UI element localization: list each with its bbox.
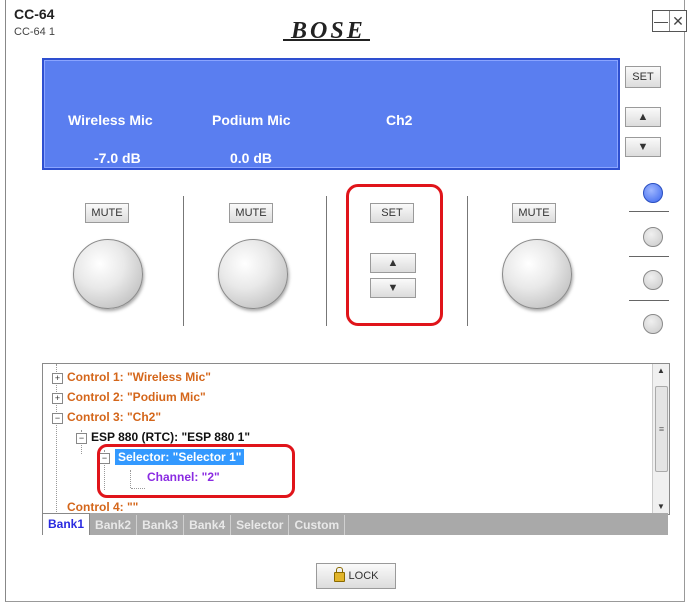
tree-item-esp-880[interactable]: ESP 880 (RTC): "ESP 880 1"	[91, 430, 250, 444]
selector-up-button[interactable]: ▲	[370, 253, 416, 273]
set-button[interactable]: SET	[370, 203, 414, 223]
window-subtitle: CC-64 1	[14, 26, 55, 38]
tab-bank1[interactable]: Bank1	[42, 513, 91, 535]
divider	[629, 211, 669, 212]
configuration-tree[interactable]: + Control 1: "Wireless Mic" + Control 2:…	[42, 363, 670, 515]
app-window: CC-64 CC-64 1 BOSE — ✕ Wireless Mic Podi…	[5, 0, 687, 602]
divider	[629, 256, 669, 257]
minimize-icon[interactable]: —	[653, 11, 670, 31]
channel-1-level: -7.0 dB	[94, 150, 141, 166]
tree-scrollbar[interactable]: ▲ ≡ ▼	[652, 364, 669, 514]
divider	[629, 300, 669, 301]
bank-indicator-3[interactable]	[643, 270, 663, 290]
scroll-thumb[interactable]: ≡	[655, 386, 668, 472]
collapse-icon[interactable]: −	[76, 433, 87, 444]
tab-bank2[interactable]: Bank2	[90, 515, 138, 535]
divider	[326, 196, 327, 326]
up-arrow-icon: ▲	[637, 111, 649, 123]
tree-item-control-3[interactable]: Control 3: "Ch2"	[67, 410, 161, 424]
mute-button-1[interactable]: MUTE	[85, 203, 129, 223]
tree-item-control-4[interactable]: Control 4: ""	[67, 500, 138, 514]
mute-button-2[interactable]: MUTE	[229, 203, 273, 223]
selector-down-button[interactable]: ▼	[370, 278, 416, 298]
volume-knob-4[interactable]	[502, 239, 572, 309]
lock-button[interactable]: LOCK	[316, 563, 396, 589]
tree-guide	[56, 364, 57, 514]
channel-2-level: 0.0 dB	[230, 150, 273, 166]
scroll-up-icon[interactable]: ▲	[653, 364, 669, 378]
highlight-box-tree-selector	[97, 444, 295, 498]
close-icon[interactable]: ✕	[670, 11, 686, 31]
right-up-button[interactable]: ▲	[625, 107, 661, 127]
window-title: CC-64	[14, 6, 55, 22]
right-down-button[interactable]: ▼	[625, 137, 661, 157]
scroll-down-icon[interactable]: ▼	[653, 500, 669, 514]
bank-indicator-1[interactable]	[643, 183, 663, 203]
tree-item-control-1[interactable]: Control 1: "Wireless Mic"	[67, 370, 211, 384]
channel-1-name: Wireless Mic	[68, 112, 153, 128]
down-arrow-icon: ▼	[637, 141, 649, 153]
tree-item-control-2[interactable]: Control 2: "Podium Mic"	[67, 390, 206, 404]
tab-bank4[interactable]: Bank4	[184, 515, 232, 535]
bank-indicator-4[interactable]	[643, 314, 663, 334]
window-buttons: — ✕	[652, 10, 687, 32]
volume-knob-1[interactable]	[73, 239, 143, 309]
tab-selector[interactable]: Selector	[231, 515, 290, 535]
up-arrow-icon: ▲	[387, 257, 399, 269]
tab-bank3[interactable]: Bank3	[137, 515, 185, 535]
volume-knob-2[interactable]	[218, 239, 288, 309]
level-display: Wireless Mic Podium Mic Ch2 -7.0 dB 0.0 …	[42, 58, 620, 170]
divider	[183, 196, 184, 326]
bank-indicator-2[interactable]	[643, 227, 663, 247]
right-set-button[interactable]: SET	[625, 66, 661, 88]
bank-tabs: Bank1 Bank2 Bank3 Bank4 Selector Custom	[42, 513, 668, 535]
lock-label: LOCK	[348, 570, 379, 582]
tab-custom[interactable]: Custom	[289, 515, 346, 535]
channel-2-name: Podium Mic	[212, 112, 291, 128]
bose-logo: BOSE	[283, 18, 370, 45]
collapse-icon[interactable]: −	[52, 413, 63, 424]
expand-icon[interactable]: +	[52, 373, 63, 384]
lock-icon	[333, 567, 345, 582]
expand-icon[interactable]: +	[52, 393, 63, 404]
mute-button-4[interactable]: MUTE	[512, 203, 556, 223]
channel-3-name: Ch2	[386, 112, 413, 128]
divider	[467, 196, 468, 326]
down-arrow-icon: ▼	[387, 282, 399, 294]
